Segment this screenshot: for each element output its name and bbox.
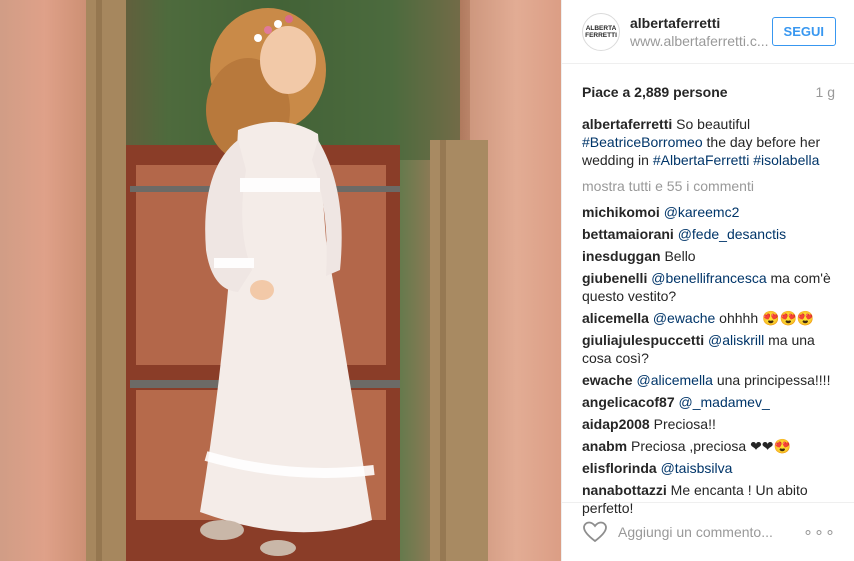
- post-side-panel: ALBERTA FERRETTI albertaferretti www.alb…: [561, 0, 854, 561]
- comment-mention[interactable]: @aliskrill: [708, 332, 764, 348]
- comment-username[interactable]: elisflorinda: [582, 460, 657, 476]
- likes-count[interactable]: Piace a 2,889 persone: [582, 84, 728, 100]
- hashtag-link[interactable]: #BeatriceBorromeo: [582, 134, 703, 150]
- comments-list: albertaferretti So beautiful #BeatriceBo…: [562, 115, 854, 517]
- comment-rows: michikomoi @kareemc2 bettamaiorani @fede_…: [582, 203, 834, 517]
- hashtag-link[interactable]: #AlbertaFerretti: [653, 152, 749, 168]
- comment-username[interactable]: inesduggan: [582, 248, 661, 264]
- comment-username[interactable]: angelicacof87: [582, 394, 675, 410]
- comment-mention[interactable]: @_madamev_: [679, 394, 770, 410]
- add-comment-input[interactable]: Aggiungi un commento...: [618, 524, 803, 540]
- comment-mention[interactable]: @benellifrancesca: [651, 270, 766, 286]
- comment-mention[interactable]: @alicemella: [636, 372, 712, 388]
- comment-mention[interactable]: @fede_desanctis: [678, 226, 786, 242]
- comment-text: Preciosa!!: [653, 416, 716, 432]
- comment-username[interactable]: alicemella: [582, 310, 649, 326]
- post-footer: Aggiungi un commento... ∘∘∘: [562, 502, 854, 561]
- comment-row: alicemella @ewache ohhhh 😍😍😍: [582, 309, 834, 327]
- comment-row: michikomoi @kareemc2: [582, 203, 834, 221]
- comment-row: aidap2008 Preciosa!!: [582, 415, 834, 433]
- bride-photo-illustration: [0, 0, 561, 561]
- comment-text: Preciosa ,preciosa ❤❤😍: [631, 438, 791, 454]
- caption: albertaferretti So beautiful #BeatriceBo…: [582, 115, 834, 169]
- comment-row: giuliajulespuccetti @aliskrill ma una co…: [582, 331, 834, 367]
- comment-mention[interactable]: @ewache: [653, 310, 715, 326]
- comment-row: angelicacof87 @_madamev_: [582, 393, 834, 411]
- comment-username[interactable]: michikomoi: [582, 204, 660, 220]
- header-username[interactable]: albertaferretti: [630, 15, 772, 31]
- comment-row: anabm Preciosa ,preciosa ❤❤😍: [582, 437, 834, 455]
- comment-mention[interactable]: @kareemc2: [664, 204, 740, 220]
- comment-username[interactable]: anabm: [582, 438, 627, 454]
- instagram-post: ALBERTA FERRETTI albertaferretti www.alb…: [0, 0, 854, 561]
- comment-row: giubenelli @benellifrancesca ma com'è qu…: [582, 269, 834, 305]
- post-age[interactable]: 1 g: [816, 84, 835, 100]
- comment-username[interactable]: bettamaiorani: [582, 226, 674, 242]
- hashtag-link[interactable]: #isolabella: [753, 152, 819, 168]
- heart-icon[interactable]: [582, 519, 608, 545]
- show-all-comments-link[interactable]: mostra tutti e 55 i commenti: [582, 177, 834, 195]
- comment-username[interactable]: giubenelli: [582, 270, 647, 286]
- comment-username[interactable]: nanabottazzi: [582, 482, 667, 498]
- comment-text: una principessa!!!!: [712, 372, 831, 388]
- avatar-logo-text: ALBERTA FERRETTI: [585, 24, 617, 39]
- comment-username[interactable]: ewache: [582, 372, 633, 388]
- comment-username[interactable]: aidap2008: [582, 416, 650, 432]
- comment-username[interactable]: giuliajulespuccetti: [582, 332, 704, 348]
- caption-username[interactable]: albertaferretti: [582, 116, 672, 132]
- comment-row: elisflorinda @taisbsilva: [582, 459, 834, 477]
- comment-text: Bello: [664, 248, 696, 264]
- comment-row: bettamaiorani @fede_desanctis: [582, 225, 834, 243]
- comment-text: ohhhh 😍😍😍: [715, 310, 815, 326]
- comment-row: inesduggan Bello: [582, 247, 834, 265]
- comment-mention[interactable]: @taisbsilva: [661, 460, 733, 476]
- header-website[interactable]: www.albertaferretti.c...: [630, 33, 772, 49]
- likes-row: Piace a 2,889 persone 1 g: [562, 84, 854, 100]
- follow-button[interactable]: SEGUI: [771, 17, 836, 46]
- more-options-icon[interactable]: ∘∘∘: [803, 522, 836, 542]
- post-header: ALBERTA FERRETTI albertaferretti www.alb…: [562, 0, 854, 64]
- post-photo[interactable]: [0, 0, 561, 561]
- header-text: albertaferretti www.albertaferretti.c...: [630, 15, 772, 49]
- avatar[interactable]: ALBERTA FERRETTI: [582, 12, 620, 51]
- caption-text: So beautiful: [672, 116, 751, 132]
- comment-row: ewache @alicemella una principessa!!!!: [582, 371, 834, 389]
